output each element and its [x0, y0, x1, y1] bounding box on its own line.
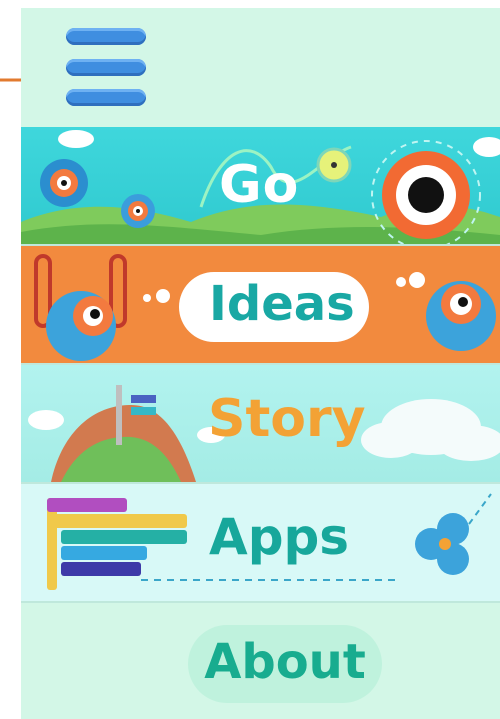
tile-go[interactable]: Go	[21, 127, 500, 244]
tile-go-label: Go	[219, 155, 300, 215]
tile-ideas-label: Ideas	[209, 276, 355, 332]
tile-apps[interactable]: Apps	[21, 484, 500, 601]
about-button[interactable]: About	[188, 625, 382, 703]
tile-ideas[interactable]: Ideas	[21, 246, 500, 363]
hamburger-menu-icon	[66, 28, 146, 45]
tile-story[interactable]: Story	[21, 365, 500, 482]
about-label: About	[204, 634, 366, 690]
menu-bar-bottom	[66, 89, 146, 106]
divider	[21, 601, 500, 603]
tile-story-label: Story	[208, 389, 366, 449]
tile-apps-label: Apps	[209, 508, 350, 566]
menu-bar-middle	[66, 59, 146, 76]
hamburger-menu-button[interactable]	[66, 28, 148, 108]
